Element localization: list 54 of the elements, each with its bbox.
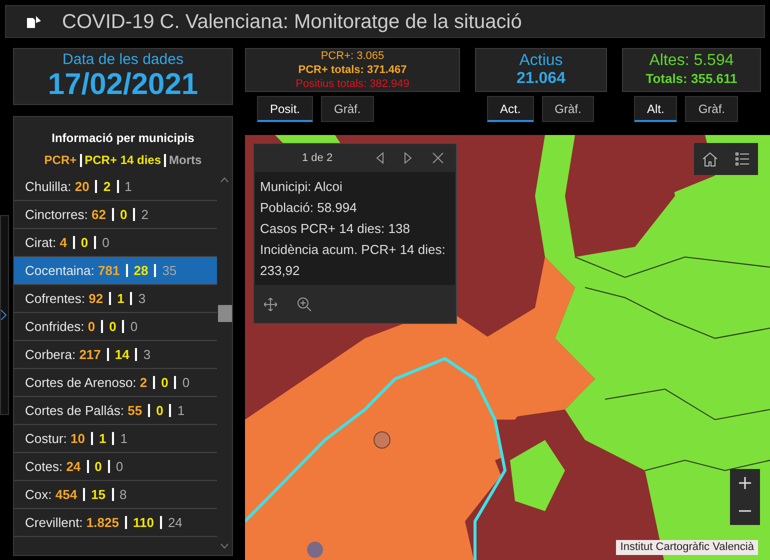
tab[interactable]: Gràf. xyxy=(321,96,374,122)
municipality-item[interactable]: Cocentaina: 781 28 35 xyxy=(14,257,217,285)
tab[interactable]: Gràf. xyxy=(542,96,594,122)
tab[interactable]: Alt. xyxy=(634,96,678,122)
municipality-item[interactable]: Cox: 454 15 8 xyxy=(14,481,217,509)
panel-title: Informació per municipis xyxy=(52,130,194,147)
map-attribution: Institut Cartogràfic Valencià xyxy=(616,540,758,555)
card-value: Totals: 355.611 xyxy=(646,70,738,88)
municipality-item[interactable]: Cotes: 24 0 0 xyxy=(14,453,217,481)
home-icon xyxy=(702,152,718,166)
window-title: COVID-19 C. Valenciana: Monitoratge de la situació xyxy=(62,10,522,34)
municipality-item[interactable]: Chulilla: 20 2 1 xyxy=(14,173,217,201)
scroll-thumb[interactable] xyxy=(218,305,232,322)
tab[interactable]: Gràf. xyxy=(685,96,738,122)
legend-label: Morts xyxy=(169,152,202,169)
side-panel-toggle[interactable] xyxy=(0,215,9,415)
municipality-item[interactable]: Corbera: 217 14 3 xyxy=(14,341,217,369)
municipality-item[interactable]: Cortes de Pallás: 55 0 1 xyxy=(14,397,217,425)
plus-icon xyxy=(739,477,751,489)
previous-icon[interactable] xyxy=(376,152,384,164)
popup-line: Incidència acum. PCR+ 14 dies: 233,92 xyxy=(260,241,446,280)
date-label: Data de les dades xyxy=(62,51,184,68)
scroll-down-icon xyxy=(220,543,229,549)
zoom-in-icon[interactable] xyxy=(297,296,312,312)
map-view[interactable]: 1 de 2 Municipi: Alcoi Població: 58.994 Casos PCR+ 14 dies: 138 Incidència acum. PCR+ 14 dies: 233,92 Institut Cartogràfic Valencià xyxy=(245,135,770,560)
date-value: 17/02/2021 xyxy=(48,68,198,102)
scroll-up-icon xyxy=(220,177,229,183)
municipality-item[interactable]: Confrides: 0 0 0 xyxy=(14,313,217,341)
legend-label: PCR+ 14 dies xyxy=(84,152,162,169)
card-title: Actius xyxy=(519,52,563,70)
popup-line: Població: 58.994 xyxy=(260,199,358,217)
move-icon[interactable] xyxy=(264,298,277,310)
list-icon xyxy=(734,152,750,166)
close-icon[interactable] xyxy=(432,152,444,164)
legend-label: PCR+ xyxy=(44,152,77,169)
tab[interactable]: Posit. xyxy=(257,96,314,122)
tab[interactable]: Act. xyxy=(487,96,534,122)
card-value: 21.064 xyxy=(516,70,566,88)
popup-line: Municipi: Alcoi xyxy=(260,178,344,196)
chevron-right-icon xyxy=(1,309,7,321)
pcr-stat: Positius totals: 382.949 xyxy=(296,77,410,91)
popup-pager: 1 de 2 xyxy=(302,150,334,166)
municipality-item[interactable]: Costur: 10 1 1 xyxy=(14,425,217,453)
municipality-item[interactable]: Cofrentes: 92 1 3 xyxy=(14,285,217,313)
municipality-item[interactable]: Cortes de Arenoso: 2 0 0 xyxy=(14,369,217,397)
card-title: Altes: 5.594 xyxy=(649,52,734,70)
app-logo-icon xyxy=(26,14,42,28)
next-icon[interactable] xyxy=(404,152,412,164)
municipality-item[interactable]: Cinctorres: 62 0 2 xyxy=(14,201,217,229)
pcr-stat: PCR+ totals: 371.467 xyxy=(298,63,407,77)
minus-icon xyxy=(739,510,751,512)
popup-line: Casos PCR+ 14 dies: 138 xyxy=(260,220,411,238)
pcr-stat: PCR+: 3.065 xyxy=(320,49,384,63)
municipality-item[interactable]: Crevillent: 1.825 110 24 xyxy=(14,509,217,537)
